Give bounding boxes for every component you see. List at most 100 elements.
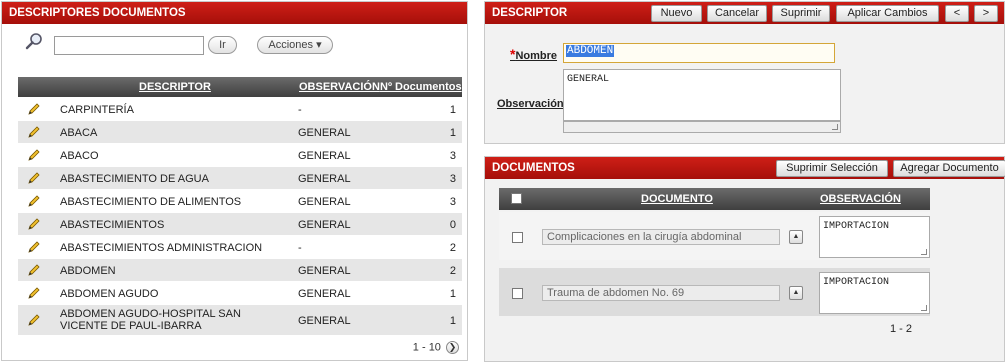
edit-pencil-icon[interactable] [27, 102, 41, 116]
observacion-cell: - [298, 104, 302, 116]
edit-pencil-icon[interactable] [27, 194, 41, 208]
col-descriptor[interactable]: DESCRIPTOR [139, 81, 211, 93]
edit-pencil-icon[interactable] [27, 313, 41, 327]
popup-lov-icon[interactable]: ▲ [789, 230, 803, 244]
doc-observacion-textarea[interactable]: IMPORTACION [819, 272, 930, 314]
table-row: CARPINTERÍA - 1 [18, 98, 462, 121]
observacion-value: GENERAL [567, 74, 610, 85]
next-page-icon[interactable]: ❯ [446, 341, 459, 354]
descriptor-cell: ABDOMEN AGUDO [60, 288, 159, 300]
descriptores-title: DESCRIPTORES DOCUMENTOS [9, 7, 186, 19]
table-row: ABASTECIMIENTO DE AGUA GENERAL 3 [18, 167, 462, 190]
table-row: ABDOMEN AGUDO-HOSPITAL SAN VICENTE DE PA… [18, 305, 462, 336]
col-observacion-doc[interactable]: OBSERVACIÓN [820, 193, 901, 205]
col-num-documentos[interactable]: Nº Documentos [380, 81, 462, 93]
descriptor-header: DESCRIPTOR Nuevo Cancelar Suprimir Aplic… [485, 2, 1004, 24]
documento-field[interactable]: Complicaciones en la cirugía abdominal [542, 229, 780, 245]
descriptor-cell: ABACA [60, 127, 98, 139]
documento-field[interactable]: Trauma de abdomen No. 69 [542, 285, 780, 301]
observacion-cell: GENERAL [298, 265, 351, 277]
documentos-panel: DOCUMENTOS Suprimir Selección Agregar Do… [484, 156, 1005, 362]
descriptor-cell: CARPINTERÍA [60, 104, 134, 116]
documentos-count-cell: 1 [449, 104, 456, 116]
documentos-title: DOCUMENTOS [492, 162, 575, 174]
table-row: ABASTECIMIENTOS ADMINISTRACION - 2 [18, 236, 462, 259]
row-checkbox[interactable] [512, 232, 523, 243]
resize-grip-icon[interactable] [832, 124, 838, 130]
descriptor-cell: ABDOMEN AGUDO-HOSPITAL SAN VICENTE DE PA… [60, 308, 241, 332]
agregar-documento-button[interactable]: Agregar Documento [893, 160, 1005, 177]
observacion-cell: GENERAL [298, 173, 351, 185]
descriptores-table-header: DESCRIPTOR OBSERVACIÓN Nº Documentos [18, 77, 462, 97]
documentos-count-cell: 2 [449, 242, 456, 254]
nombre-label-text: Nombre [515, 50, 558, 62]
documentos-count-cell: 2 [449, 265, 456, 277]
nombre-label: *Nombre [510, 46, 557, 62]
edit-pencil-icon[interactable] [27, 217, 41, 231]
documentos-count-cell: 0 [449, 219, 456, 231]
table-row: ABDOMEN GENERAL 2 [18, 259, 462, 282]
documentos-header: DOCUMENTOS Suprimir Selección Agregar Do… [485, 157, 1005, 179]
document-row: Trauma de abdomen No. 69 ▲ IMPORTACION [499, 268, 930, 316]
textarea-resize-bar[interactable] [563, 121, 841, 133]
cancelar-button[interactable]: Cancelar [707, 5, 767, 22]
search-icon[interactable] [24, 32, 44, 52]
documentos-count-cell: 3 [449, 173, 456, 185]
edit-pencil-icon[interactable] [27, 125, 41, 139]
descriptor-cell: ABASTECIMIENTO DE AGUA [60, 173, 209, 185]
observacion-textarea[interactable]: GENERAL [563, 69, 841, 121]
row-checkbox[interactable] [512, 288, 523, 299]
table-row: ABASTECIMIENTO DE ALIMENTOS GENERAL 3 [18, 190, 462, 213]
documentos-count-cell: 1 [449, 315, 456, 327]
popup-lov-icon[interactable]: ▲ [789, 286, 803, 300]
observacion-cell: GENERAL [298, 127, 351, 139]
edit-pencil-icon[interactable] [27, 171, 41, 185]
descriptor-panel: DESCRIPTOR Nuevo Cancelar Suprimir Aplic… [484, 1, 1005, 144]
documentos-count-cell: 3 [449, 196, 456, 208]
next-record-button[interactable]: > [974, 5, 998, 22]
descriptor-cell: ABASTECIMIENTOS [60, 219, 165, 231]
observacion-cell: GENERAL [298, 150, 351, 162]
nuevo-button[interactable]: Nuevo [651, 5, 702, 22]
col-observacion[interactable]: OBSERVACIÓN [299, 81, 380, 93]
select-all-checkbox[interactable] [511, 193, 522, 204]
resize-grip-icon[interactable] [921, 249, 927, 255]
resize-grip-icon[interactable] [921, 305, 927, 311]
descriptor-title: DESCRIPTOR [492, 7, 568, 19]
table-row: ABDOMEN AGUDO GENERAL 1 [18, 282, 462, 305]
table-row: ABASTECIMIENTOS GENERAL 0 [18, 213, 462, 236]
edit-pencil-icon[interactable] [27, 263, 41, 277]
observacion-cell: GENERAL [298, 315, 351, 327]
nombre-selected-text: ABDOMEN [566, 45, 615, 57]
documentos-count-cell: 1 [449, 288, 456, 300]
search-input[interactable] [54, 36, 204, 55]
doc-observacion-value: IMPORTACION [823, 221, 890, 232]
descriptores-panel: DESCRIPTORES DOCUMENTOS Ir Acciones ▾ DE… [1, 1, 468, 361]
descriptor-cell: ABDOMEN [60, 265, 116, 277]
nombre-input[interactable]: ABDOMEN [563, 43, 835, 63]
doc-observacion-textarea[interactable]: IMPORTACION [819, 216, 930, 258]
descriptores-pagination: 1 - 10 ❯ [413, 341, 459, 354]
descriptor-cell: ABASTECIMIENTO DE ALIMENTOS [60, 196, 242, 208]
edit-pencil-icon[interactable] [27, 240, 41, 254]
aplicar-cambios-button[interactable]: Aplicar Cambios [836, 5, 939, 22]
actions-menu-button[interactable]: Acciones ▾ [257, 36, 333, 54]
doc-observacion-value: IMPORTACION [823, 277, 890, 288]
edit-pencil-icon[interactable] [27, 286, 41, 300]
edit-pencil-icon[interactable] [27, 148, 41, 162]
suprimir-seleccion-button[interactable]: Suprimir Selección [776, 160, 888, 177]
documentos-count-cell: 1 [449, 127, 456, 139]
observacion-cell: GENERAL [298, 219, 351, 231]
prev-record-button[interactable]: < [945, 5, 969, 22]
document-row: Complicaciones en la cirugía abdominal ▲… [499, 212, 930, 260]
descriptores-rows: CARPINTERÍA - 1 ABACA GENERAL 1 ABACO GE… [18, 98, 462, 336]
search-toolbar: Ir Acciones ▾ [2, 24, 467, 64]
descriptor-cell: ABACO [60, 150, 99, 162]
documentos-count-cell: 3 [449, 150, 456, 162]
documentos-table-header: DOCUMENTO OBSERVACIÓN [499, 188, 930, 210]
observacion-cell: - [298, 242, 302, 254]
go-button[interactable]: Ir [208, 36, 237, 54]
table-row: ABACA GENERAL 1 [18, 121, 462, 144]
col-documento[interactable]: DOCUMENTO [641, 193, 713, 205]
suprimir-button[interactable]: Suprimir [772, 5, 830, 22]
